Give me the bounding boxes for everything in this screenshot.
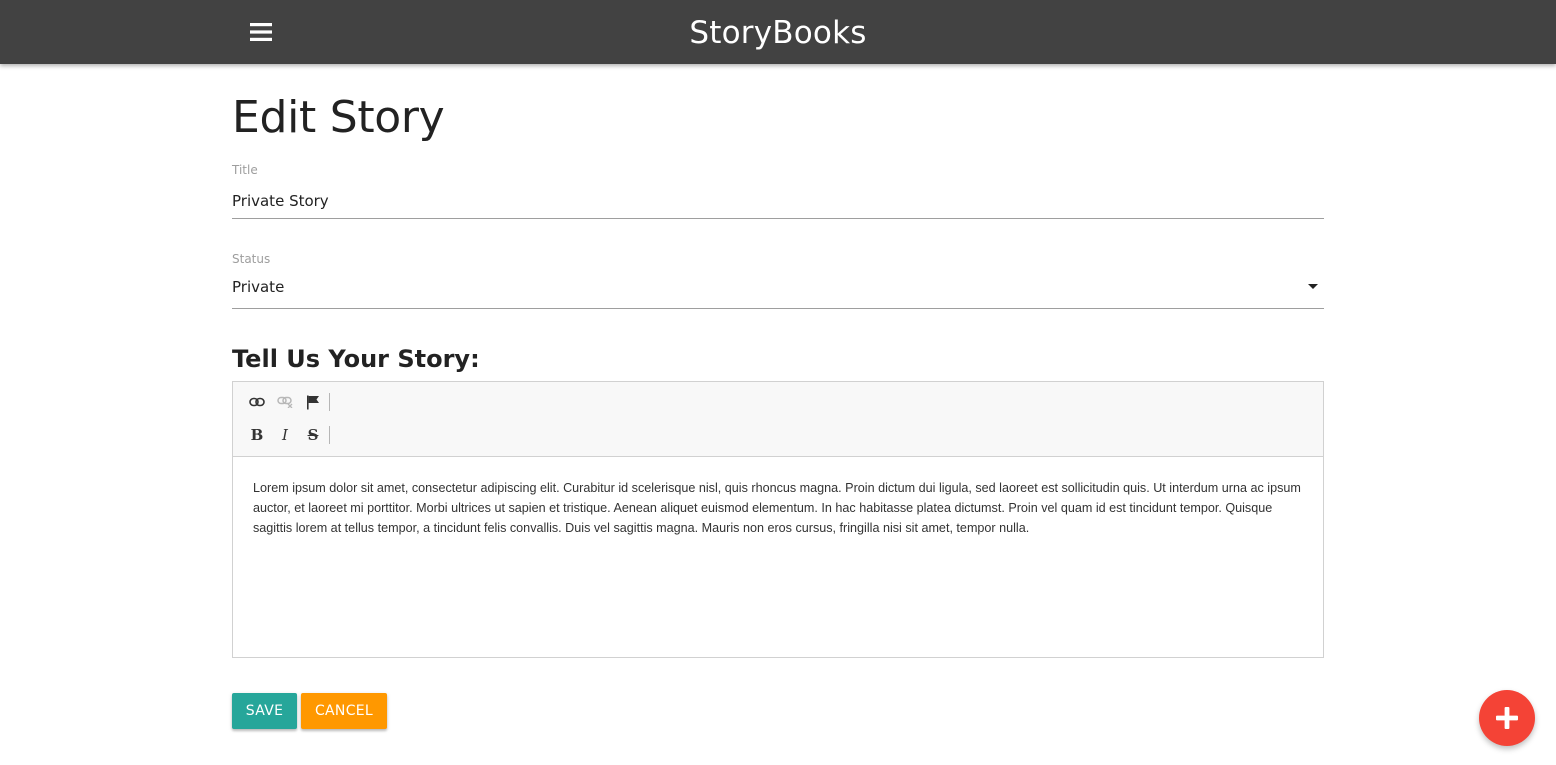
italic-icon[interactable]: I: [271, 423, 299, 447]
hamburger-menu-icon[interactable]: [246, 18, 276, 46]
add-story-fab[interactable]: [1479, 690, 1535, 746]
add-icon: [1496, 707, 1518, 729]
brand-logo[interactable]: StoryBooks: [0, 0, 1556, 64]
strikethrough-icon[interactable]: S: [299, 423, 327, 447]
anchor-flag-icon[interactable]: [299, 390, 327, 414]
top-navbar: StoryBooks: [0, 0, 1556, 64]
editor-toolbar: B I S: [233, 382, 1323, 457]
status-select-value: Private: [232, 278, 285, 296]
title-field-label: Title: [232, 163, 258, 177]
title-input[interactable]: [232, 183, 1324, 219]
strike-icon-label: S: [307, 426, 319, 444]
save-button[interactable]: Save: [232, 693, 297, 729]
toolbar-row-format: B I S: [243, 423, 330, 447]
link-icon[interactable]: [243, 390, 271, 414]
italic-icon-label: I: [282, 426, 288, 444]
cancel-button[interactable]: Cancel: [301, 693, 387, 729]
bold-icon-label: B: [250, 426, 264, 444]
toolbar-row-links: [243, 390, 330, 414]
status-field-label: Status: [232, 252, 271, 266]
dropdown-caret-icon: [1308, 284, 1318, 289]
story-heading: Tell Us Your Story:: [232, 345, 480, 373]
toolbar-separator: [329, 426, 330, 444]
toolbar-separator: [329, 393, 330, 411]
status-select[interactable]: Private: [232, 270, 1324, 309]
rich-text-editor: B I S Lorem ipsum dolor sit amet, consec…: [232, 381, 1324, 658]
page-title: Edit Story: [232, 92, 445, 143]
bold-icon[interactable]: B: [243, 423, 271, 447]
editor-content[interactable]: Lorem ipsum dolor sit amet, consectetur …: [253, 478, 1305, 538]
unlink-icon[interactable]: [271, 390, 299, 414]
